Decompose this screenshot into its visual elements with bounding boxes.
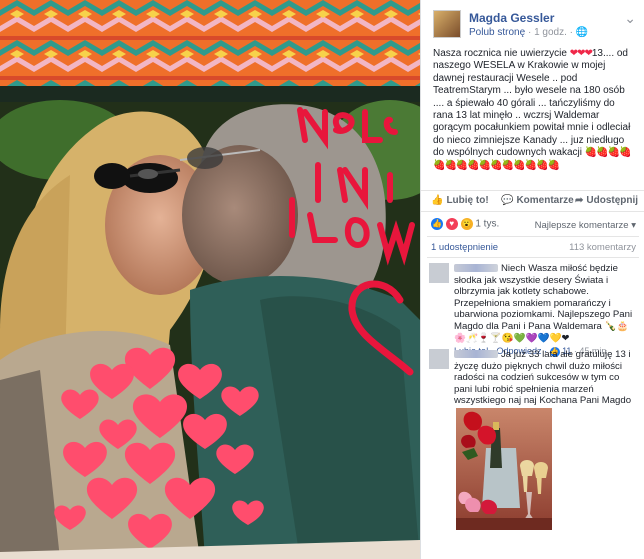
champagne-roses-image xyxy=(456,408,552,530)
post-meta: Polub stronę · 1 godz. · 🌐 xyxy=(469,27,588,38)
post-text-part2: 13.... od naszego WESELA w Krakowie w mo… xyxy=(433,48,631,159)
like-reaction-icon: 👍 xyxy=(431,218,443,230)
comment-label: Komentarze xyxy=(516,195,574,206)
comment-button[interactable]: 💬 Komentarze xyxy=(501,195,574,206)
meta-dot: · xyxy=(527,27,532,38)
like-button[interactable]: 👍 Lubię to! xyxy=(431,195,489,206)
commenter-avatar[interactable] xyxy=(429,263,449,283)
share-button[interactable]: ➦ Udostępnij xyxy=(575,195,638,206)
comment-body: Niech Wasza miłość będzie słodka jak wsz… xyxy=(454,263,640,358)
comment-text: Niech Wasza miłość będzie słodka jak wsz… xyxy=(454,263,633,344)
author-avatar[interactable] xyxy=(433,10,461,38)
comment-body: Ja już 33 lata ale gratuluję 13 i życzę … xyxy=(454,349,640,407)
reactions-count: 1 tys. xyxy=(475,218,500,230)
comment-sort-dropdown[interactable]: Najlepsze komentarze ▾ xyxy=(535,220,636,231)
post-text-part1: Nasza rocznica nie uwierzycie xyxy=(433,48,570,59)
commenter-name-blurred[interactable] xyxy=(454,264,498,273)
photo-image xyxy=(0,0,420,559)
globe-icon: 🌐 xyxy=(575,27,589,38)
chevron-down-icon[interactable]: ⌄ xyxy=(624,10,636,27)
wow-reaction-icon: 😮 xyxy=(460,218,473,230)
divider xyxy=(427,236,639,237)
follow-page-link[interactable]: Polub stronę xyxy=(469,27,525,38)
hearts-emoji: ❤❤❤ xyxy=(569,48,593,59)
author-name[interactable]: Magda Gessler xyxy=(469,11,554,25)
share-arrow-icon: ➦ xyxy=(575,195,584,206)
post-text: Nasza rocznica nie uwierzycie ❤❤❤13.... … xyxy=(433,48,637,172)
comment-attached-image[interactable] xyxy=(456,408,552,530)
post-time[interactable]: 1 godz. xyxy=(534,27,567,38)
post-actions-bar: 👍 Lubię to! 💬 Komentarze ➦ Udostępnij xyxy=(421,190,644,212)
commenter-avatar[interactable] xyxy=(429,349,449,369)
commenter-name-blurred[interactable] xyxy=(454,350,498,359)
sort-label: Najlepsze komentarze xyxy=(534,220,629,231)
thumbs-up-icon: 👍 xyxy=(431,195,444,206)
speech-bubble-icon: 💬 xyxy=(501,195,514,206)
love-reaction-icon: ♥ xyxy=(445,218,458,230)
woven-fabric-border xyxy=(0,0,420,92)
meta-separator: · xyxy=(569,27,573,38)
reactions-summary[interactable]: 👍 ♥ 😮 1 tys. xyxy=(431,218,499,230)
comments-count[interactable]: 113 komentarzy xyxy=(569,242,636,253)
share-label: Udostępnij xyxy=(586,195,639,206)
sort-arrow-icon: ▾ xyxy=(631,220,636,231)
post-photo[interactable] xyxy=(0,0,420,559)
divider xyxy=(427,257,639,258)
like-label: Lubię to! xyxy=(446,195,489,206)
post-header: Magda Gessler Polub stronę · 1 godz. · 🌐… xyxy=(433,10,638,40)
shares-link[interactable]: 1 udostępnienie xyxy=(431,242,498,253)
